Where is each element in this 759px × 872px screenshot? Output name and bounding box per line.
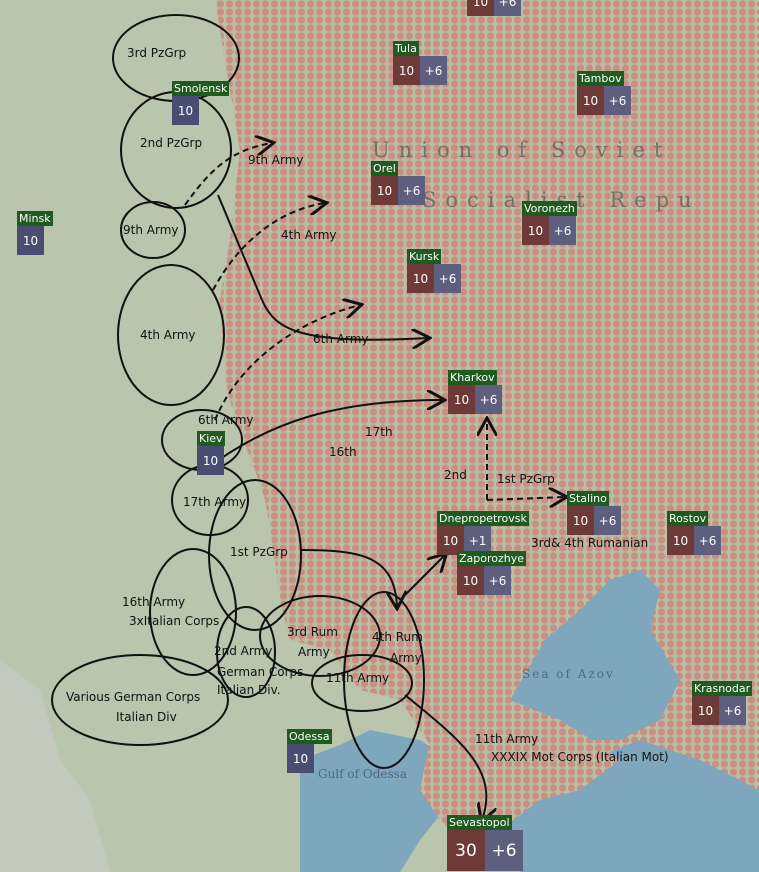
army-annotation: Italian Div.	[217, 683, 281, 697]
city-name: Odessa	[287, 729, 332, 744]
city-victory-points: 10	[197, 446, 224, 475]
city-name: Sevastopol	[447, 815, 512, 830]
city-smolensk[interactable]: Smolensk 10	[172, 77, 230, 125]
army-annotation: 1st PzGrp	[230, 545, 288, 559]
army-annotation: 9th Army	[123, 223, 179, 237]
army-annotation: 3rd& 4th Rumanian	[531, 536, 649, 550]
city-name: Stalino	[567, 491, 609, 506]
city-victory-points: 10	[522, 216, 549, 245]
city-name: Minsk	[17, 211, 53, 226]
city-bonus: +6	[398, 176, 425, 205]
city-name: Tambov	[577, 71, 624, 86]
city-zaporozhye[interactable]: Zaporozhye 10 +6	[457, 547, 527, 595]
city-rostov[interactable]: Rostov 10 +6	[667, 507, 721, 555]
city-victory-points: 10	[467, 0, 494, 16]
city-victory-points: 10	[17, 226, 44, 255]
army-annotation: 3rd PzGrp	[127, 46, 187, 60]
city-name: Smolensk	[172, 81, 230, 96]
army-annotation: 3rd Rum	[287, 625, 338, 639]
army-annotation: Army	[390, 651, 422, 665]
map-label-sea-of-azov: Sea of Azov	[522, 667, 615, 681]
army-annotation: 17th	[365, 425, 393, 439]
city-sevastopol[interactable]: Sevastopol 30 +6	[447, 811, 523, 871]
city-bonus: +6	[604, 86, 631, 115]
city-victory-points: 10	[287, 744, 314, 773]
city-tambov[interactable]: Tambov 10 +6	[577, 67, 631, 115]
city-name: Orel	[371, 161, 398, 176]
city-orel[interactable]: Orel 10 +6	[371, 157, 425, 205]
city-bonus: +6	[484, 566, 511, 595]
city-bonus: +6	[475, 385, 502, 414]
army-annotation: 17th Army	[183, 495, 247, 509]
city-bonus: +6	[594, 506, 621, 535]
city-krasnodar[interactable]: Krasnodar 10 +6	[692, 677, 753, 725]
city-name: Kursk	[407, 249, 442, 264]
city-bonus: +6	[434, 264, 461, 293]
army-annotation: 2nd PzGrp	[140, 136, 203, 150]
army-annotation: 3xItalian Corps	[129, 614, 220, 628]
army-annotation: 16th Army	[122, 595, 186, 609]
army-annotation: 6th Army	[313, 332, 369, 346]
city-name: Zaporozhye	[457, 551, 527, 566]
army-annotation: 11th Army	[326, 671, 390, 685]
city-bonus: +6	[549, 216, 576, 245]
city-voronezh[interactable]: Voronezh 10 +6	[522, 197, 577, 245]
army-annotation: 4th Rum	[372, 630, 423, 644]
city-bonus: +6	[694, 526, 721, 555]
city-victory-points: 10	[667, 526, 694, 555]
army-annotation: 2nd Army	[214, 644, 273, 658]
army-annotation: XXXIX Mot Corps (Italian Mot)	[491, 750, 669, 764]
city-name: Tula	[393, 41, 419, 56]
city-victory-points: 10	[393, 56, 420, 85]
city-victory-points: 10	[567, 506, 594, 535]
city-odessa[interactable]: Odessa 10	[287, 725, 332, 773]
army-annotation: 1st PzGrp	[497, 472, 555, 486]
city-victory-points: 10	[371, 176, 398, 205]
city-offscreen[interactable]: 10 +6	[467, 0, 521, 16]
city-stalino[interactable]: Stalino 10 +6	[567, 487, 621, 535]
city-bonus: +6	[719, 696, 746, 725]
city-bonus: +6	[485, 830, 523, 871]
army-annotation: 6th Army	[198, 413, 254, 427]
city-kharkov[interactable]: Kharkov 10 +6	[448, 366, 502, 414]
city-victory-points: 10	[448, 385, 475, 414]
city-victory-points: 10	[692, 696, 719, 725]
army-annotation: 9th Army	[248, 153, 304, 167]
army-annotation: Italian Div	[116, 710, 177, 724]
city-victory-points: 10	[577, 86, 604, 115]
army-annotation: 4th Army	[281, 228, 337, 242]
army-annotation: German Corps	[217, 665, 304, 679]
city-kursk[interactable]: Kursk 10 +6	[407, 245, 461, 293]
city-bonus: +6	[420, 56, 447, 85]
army-annotation: 2nd	[444, 468, 467, 482]
city-minsk[interactable]: Minsk 10	[17, 207, 53, 255]
army-annotation: 11th Army	[475, 732, 539, 746]
city-kiev[interactable]: Kiev 10	[197, 427, 225, 475]
city-name: Kharkov	[448, 370, 497, 385]
city-victory-points: 10	[172, 96, 199, 125]
city-name: Kiev	[197, 431, 225, 446]
city-name: Voronezh	[522, 201, 577, 216]
army-annotation: 4th Army	[140, 328, 196, 342]
army-annotation: Various German Corps	[66, 690, 201, 704]
city-tula[interactable]: Tula 10 +6	[393, 37, 447, 85]
city-victory-points: 10	[457, 566, 484, 595]
city-name: Rostov	[667, 511, 709, 526]
city-victory-points: 10	[407, 264, 434, 293]
army-annotation: Army	[298, 645, 330, 659]
city-name: Krasnodar	[692, 681, 753, 696]
army-annotation: 16th	[329, 445, 357, 459]
city-victory-points: 30	[447, 830, 485, 871]
city-bonus: +6	[494, 0, 521, 16]
city-name: Dnepropetrovsk	[437, 511, 529, 526]
